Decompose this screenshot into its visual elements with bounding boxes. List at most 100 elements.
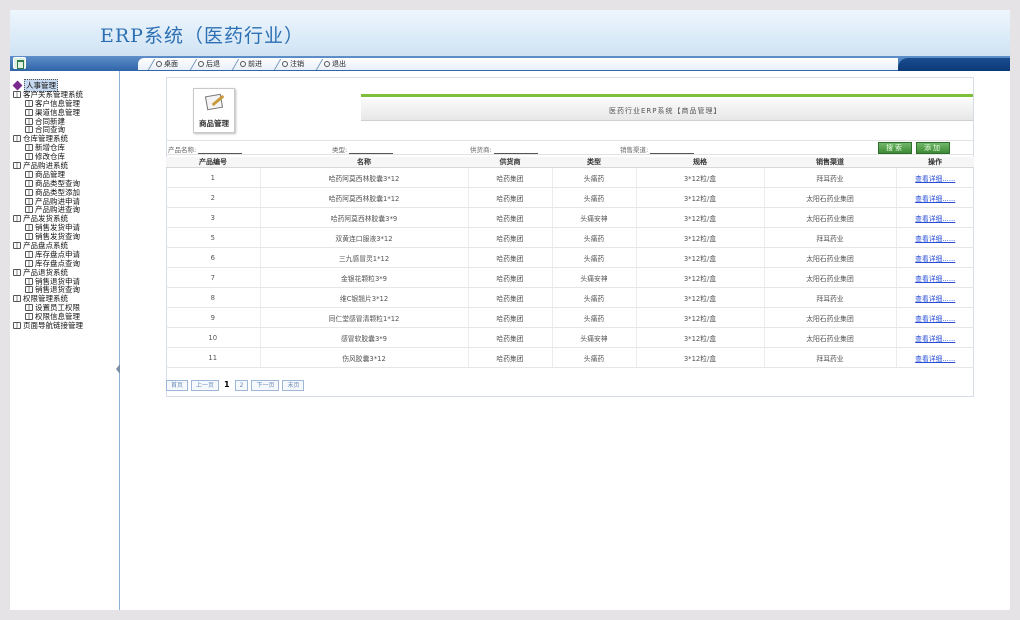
sidebar-category[interactable]: 仓库管理系统 — [13, 134, 119, 143]
type-filter: 类型: — [332, 144, 394, 154]
table-cell: 查看详细...... — [896, 207, 974, 228]
sidebar-item-label: 页面导航链接管理 — [23, 321, 83, 330]
book-icon — [25, 170, 33, 178]
table-cell: 查看详细...... — [896, 167, 974, 188]
toolbar-button-label: 前进 — [248, 60, 262, 68]
book-icon — [25, 197, 33, 205]
table-cell: 3*12粒/盒 — [636, 167, 765, 188]
table-cell: 2 — [166, 187, 261, 208]
table-cell: 感冒软胶囊3*9 — [260, 327, 469, 348]
column-header: 类型 — [552, 157, 636, 168]
table-cell: 查看详细...... — [896, 347, 974, 368]
sidebar-subitem[interactable]: 合同新建 — [13, 117, 119, 126]
book-icon — [25, 224, 33, 232]
toolbar-button-label: 后退 — [206, 60, 220, 68]
table-cell: 头痛安神 — [552, 327, 637, 348]
channel-input[interactable] — [650, 145, 695, 154]
sidebar-category[interactable]: 产品购进系统 — [13, 161, 119, 170]
toolbar-button-forward[interactable]: 前进 — [226, 58, 266, 70]
table-cell: 金银花颗粒3*9 — [260, 267, 469, 288]
table-cell: 3*12粒/盒 — [636, 287, 765, 308]
book-icon — [13, 321, 21, 329]
book-icon — [13, 241, 21, 249]
page-2-button[interactable]: 2 — [234, 380, 249, 391]
table-cell: 哈药阿莫西林胶囊3*12 — [260, 167, 469, 188]
add-button[interactable]: 添加 — [916, 142, 950, 154]
view-details-link[interactable]: 查看详细...... — [915, 275, 955, 283]
book-icon — [25, 304, 33, 312]
table-cell: 10 — [166, 327, 261, 348]
sidebar-category[interactable]: 页面导航链接管理 — [13, 321, 119, 330]
view-details-link[interactable]: 查看详细...... — [915, 235, 955, 243]
toolbar-strip-right — [898, 58, 1010, 71]
last-page-button[interactable]: 末页 — [282, 380, 305, 391]
first-page-button[interactable]: 首页 — [166, 380, 189, 391]
table-cell: 太阳石药业集团 — [764, 307, 897, 328]
table-cell: 哈药集团 — [468, 307, 553, 328]
sidebar-subitem[interactable]: 渠道信息管理 — [13, 108, 119, 117]
table-cell: 拜耳药业 — [764, 287, 897, 308]
view-details-link[interactable]: 查看详细...... — [915, 295, 955, 303]
view-details-link[interactable]: 查看详细...... — [915, 315, 955, 323]
circle-icon — [156, 61, 162, 67]
table-cell: 7 — [166, 267, 261, 288]
view-details-link[interactable]: 查看详细...... — [915, 215, 955, 223]
table-row: 8 维C银翘片3*12 哈药集团 头痛药 3*12粒/盒 拜耳药业 查看详细...... — [166, 287, 974, 308]
table-cell: 拜耳药业 — [764, 347, 897, 368]
table-cell: 3*12粒/盒 — [636, 227, 765, 248]
table-cell: 拜耳药业 — [764, 227, 897, 248]
supplier-filter: 供货商: — [470, 144, 538, 154]
app-window: ERP系统（医药行业） 桌面 后退 前进 注销 退出 人事管理 客户关系管理系统客… — [10, 10, 1010, 610]
module-icon-tile: 商品管理 — [193, 88, 235, 133]
table-row: 1 哈药阿莫西林胶囊3*12 哈药集团 头痛药 3*12粒/盒 拜耳药业 查看详细.....… — [166, 167, 974, 188]
table-cell: 查看详细...... — [896, 327, 974, 348]
type-input[interactable] — [349, 145, 394, 154]
book-icon — [25, 277, 33, 285]
supplier-input[interactable] — [493, 145, 538, 154]
table-cell: 3*12粒/盒 — [636, 307, 765, 328]
table-cell: 拜耳药业 — [764, 167, 897, 188]
pagination: 首页 上一页 1 2 下一页 末页 — [166, 380, 305, 391]
channel-filter: 销售渠道: — [620, 144, 695, 154]
home-icon[interactable] — [13, 57, 26, 69]
toolbar-button-exit[interactable]: 退出 — [310, 58, 350, 70]
toolbar-button-back[interactable]: 后退 — [184, 58, 224, 70]
table-cell: 3*12粒/盒 — [636, 267, 765, 288]
next-page-button[interactable]: 下一页 — [251, 380, 280, 391]
toolbar-button-logout[interactable]: 注销 — [268, 58, 308, 70]
channel-label: 销售渠道: — [620, 146, 649, 154]
toolbar-button-desktop[interactable]: 桌面 — [142, 58, 182, 70]
view-details-link[interactable]: 查看详细...... — [915, 335, 955, 343]
search-button[interactable]: 搜索 — [878, 142, 912, 154]
system-banner-text: 医药行业ERP系统【商品管理】 — [609, 107, 722, 115]
table-cell: 哈药集团 — [468, 167, 553, 188]
sidebar: 人事管理 客户关系管理系统 客户信息管理 渠道信息管理 合同新建 合同查询 仓库管理系统 新增… — [10, 71, 120, 610]
table-row: 11 伤风胶囊3*12 哈药集团 头痛药 3*12粒/盒 拜耳药业 查看详细...... — [166, 347, 974, 368]
system-banner: 医药行业ERP系统【商品管理】 — [361, 99, 973, 121]
view-details-link[interactable]: 查看详细...... — [915, 195, 955, 203]
table-cell: 1 — [166, 167, 261, 188]
table-cell: 3*12粒/盒 — [636, 207, 765, 228]
table-cell: 头痛安神 — [552, 207, 637, 228]
table-row: 3 哈药阿莫西林胶囊3*9 哈药集团 头痛安神 3*12粒/盒 太阳石药业集团 查看详细..… — [166, 207, 974, 228]
sidebar-subitem[interactable]: 新增仓库 — [13, 143, 119, 152]
toolbar-button-label: 桌面 — [164, 60, 178, 68]
view-details-link[interactable]: 查看详细...... — [915, 255, 955, 263]
table-row: 5 双黄连口服液3*12 哈药集团 头痛药 3*12粒/盒 拜耳药业 查看详细...... — [166, 227, 974, 248]
table-cell: 哈药阿莫西林胶囊1*12 — [260, 187, 469, 208]
circle-icon — [282, 61, 288, 67]
view-details-link[interactable]: 查看详细...... — [915, 175, 955, 183]
book-icon — [25, 144, 33, 152]
table-cell: 同仁堂感冒清颗粒1*12 — [260, 307, 469, 328]
table-cell: 查看详细...... — [896, 287, 974, 308]
view-details-link[interactable]: 查看详细...... — [915, 355, 955, 363]
prev-page-button[interactable]: 上一页 — [191, 380, 220, 391]
column-header: 操作 — [896, 157, 974, 168]
toolbar: 桌面 后退 前进 注销 退出 — [10, 56, 1010, 71]
table-cell: 哈药集团 — [468, 327, 553, 348]
product-name-input[interactable] — [198, 145, 243, 154]
circle-icon — [240, 61, 246, 67]
table-cell: 查看详细...... — [896, 247, 974, 268]
table-cell: 头痛药 — [552, 227, 637, 248]
page-1-current[interactable]: 1 — [222, 380, 232, 391]
